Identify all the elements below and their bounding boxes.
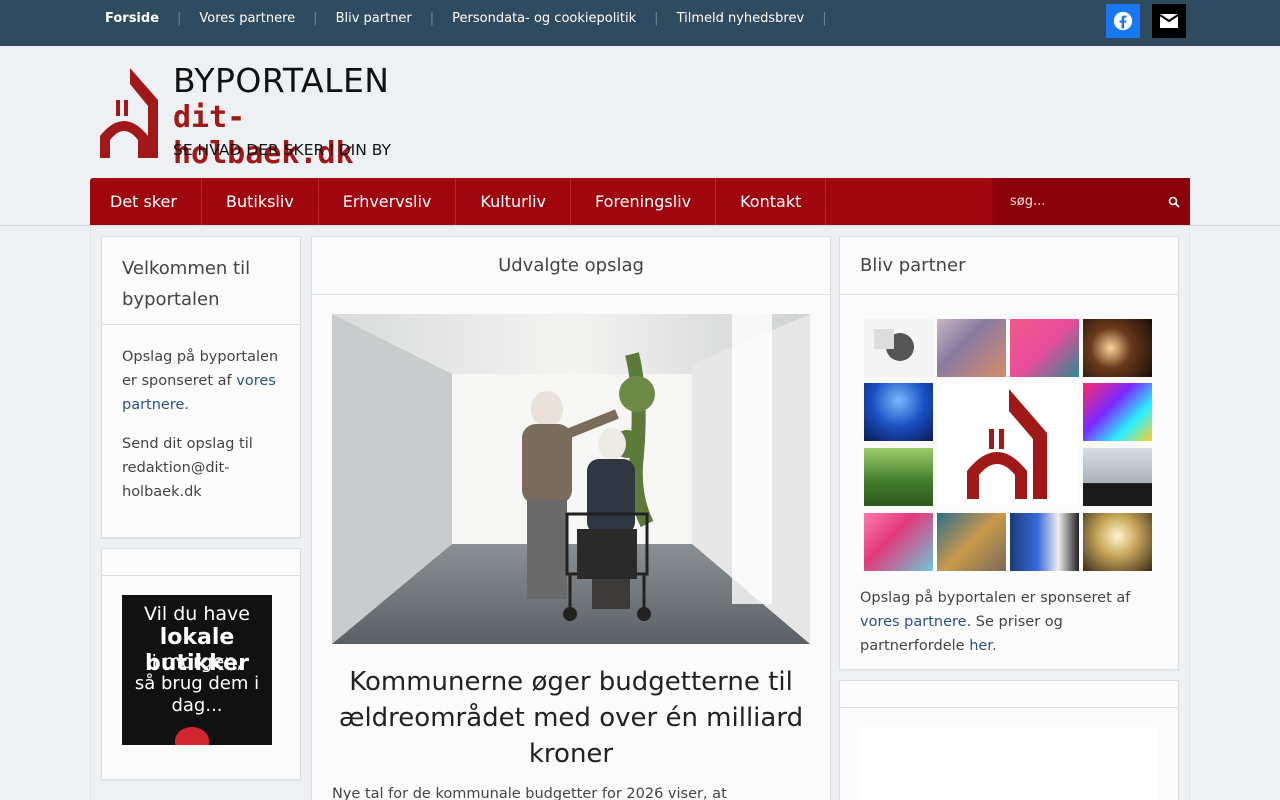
become-partner-widget: Bliv partner Opslag på byportalen er spo… [839,236,1179,670]
search-input[interactable] [1010,194,1160,209]
nav-item-erhvervsliv[interactable]: Erhvervsliv [319,178,457,225]
submit-info: Send dit opslag til redaktion@dit-holbae… [122,436,253,500]
collage-tile [864,513,933,571]
church-logo-icon [100,68,158,158]
punctuation: . [184,397,190,413]
search-icon[interactable] [1168,196,1180,208]
nav-item-det-sker[interactable]: Det sker [90,178,202,225]
collage-logo-tile [937,383,1079,505]
featured-posts-widget: Udvalgte opslag Kommunerne øger budgette… [311,236,831,800]
ad-line: Vil du have [144,603,250,625]
partner-text: Opslag på byportalen er sponseret af vor… [860,586,1160,658]
mail-icon [1159,14,1179,28]
hallway-photo [332,314,810,644]
search-box [993,178,1190,225]
local-shops-ad-image[interactable]: Vil du have lokale butikker i morgen, så… [122,595,272,745]
separator: | [822,10,827,26]
collage-tile [1083,448,1152,506]
widget-title: Velkommen til byportalen [102,237,300,325]
widget-body: Opslag på byportalen er sponseret af vor… [102,325,300,504]
nav-item-butiksliv[interactable]: Butiksliv [202,178,319,225]
top-bar: Forside | Vores partnere | Bliv partner … [0,0,1280,46]
nav-label: Det sker [110,192,177,211]
partner-collage-image[interactable] [864,319,1156,571]
nav-item-kulturliv[interactable]: Kulturliv [456,178,572,225]
ad-line: i morgen, [151,651,243,673]
ad-image[interactable] [860,727,1158,800]
collage-tile [937,319,1006,377]
nav-label: Kulturliv [480,192,547,211]
nav-item-foreningsliv[interactable]: Foreningsliv [571,178,717,225]
heart-icon [175,727,209,745]
collage-tile [864,319,933,377]
separator: | [177,10,182,26]
nav-item-kontakt[interactable]: Kontakt [716,178,827,225]
ad-line: så brug dem i dag... [134,673,260,716]
partner-text-start: Opslag på byportalen er sponseret af [860,590,1131,606]
article-excerpt: Nye tal for de kommunale budgetter for 2… [332,786,727,800]
nav-label: Butiksliv [225,192,294,211]
collage-tile [1083,319,1152,377]
facebook-icon [1113,11,1133,31]
widget-title [840,681,1178,708]
punctuation: . [991,638,997,654]
facebook-button[interactable] [1106,4,1140,38]
widget-title: Udvalgte opslag [312,237,830,295]
right-ad-widget [839,680,1179,800]
collage-tile [1083,513,1152,571]
mail-button[interactable] [1152,4,1186,38]
article-headline[interactable]: Kommunerne øger budgetterne til ældreomr… [332,664,810,772]
separator: | [313,10,318,26]
topnav-forside[interactable]: Forside [105,11,159,26]
collage-tile [1083,383,1152,441]
nav-label: Foreningsliv [595,192,692,211]
church-logo-icon [967,389,1047,499]
logo-title: BYPORTALEN [173,61,390,100]
main-navigation: Det sker Butiksliv Erhvervsliv Kulturliv… [90,178,1190,225]
collage-tile [1010,319,1079,377]
topnav-vores-partnere[interactable]: Vores partnere [199,11,295,26]
logo-tagline: SE HVAD DER SKER I DIN BY [173,141,391,159]
collage-tile [1010,513,1079,571]
top-navigation: Forside | Vores partnere | Bliv partner … [105,0,845,36]
logo-domain: dit-holbaek.dk [173,100,354,171]
widget-title [102,549,300,576]
collage-tile [864,448,933,506]
vores-partnere-link[interactable]: vores partnere [860,614,967,630]
collage-tile [864,383,933,441]
welcome-paragraph: Opslag på byportalen er sponseret af vor… [122,345,280,417]
widget-title: Bliv partner [840,237,1178,295]
nav-label: Erhvervsliv [342,192,432,211]
site-logo[interactable]: BYPORTALEN dit-holbaek.dk SE HVAD DER SK… [100,61,400,171]
separator: | [654,10,659,26]
left-ad-widget: Vil du have lokale butikker i morgen, så… [101,548,301,780]
topnav-tilmeld-nyhedsbrev[interactable]: Tilmeld nyhedsbrev [677,11,805,26]
topnav-persondata[interactable]: Persondata- og cookiepolitik [452,11,636,26]
nav-label: Kontakt [740,192,802,211]
separator: | [429,10,435,26]
collage-tile [937,513,1006,571]
her-link[interactable]: her [969,638,992,654]
topnav-bliv-partner[interactable]: Bliv partner [336,11,412,26]
welcome-widget: Velkommen til byportalen Opslag på bypor… [101,236,301,538]
article-photo[interactable] [332,314,810,644]
